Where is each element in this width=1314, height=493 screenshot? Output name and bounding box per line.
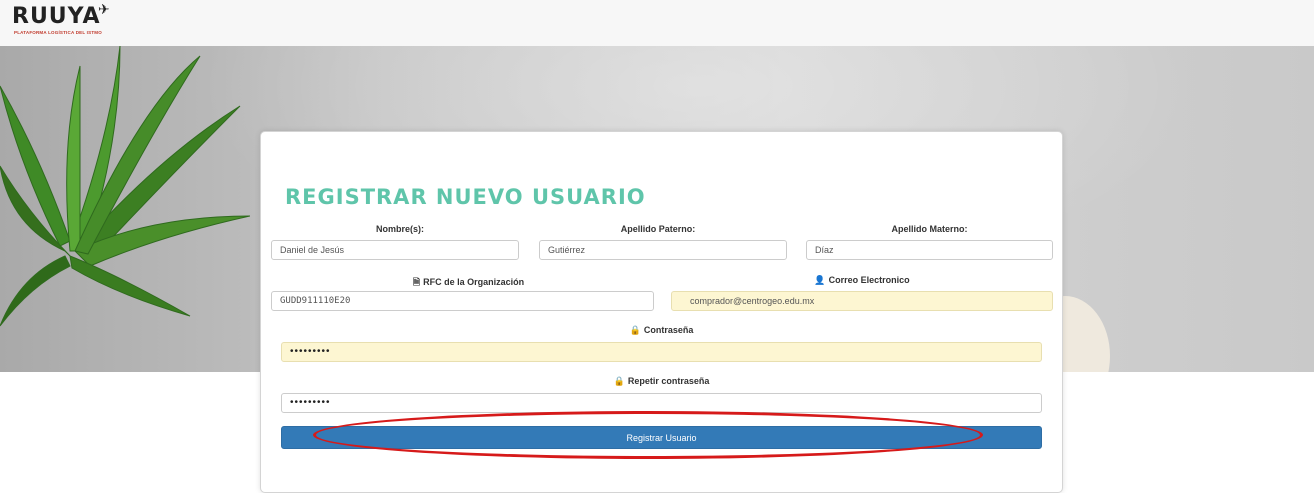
logo-tagline: PLATAFORMA LOGÍSTICA DEL ISTMO bbox=[14, 30, 102, 35]
nombre-input[interactable]: Daniel de Jesús bbox=[271, 240, 519, 260]
repeat-password-input[interactable]: ••••••••• bbox=[281, 393, 1042, 413]
nombre-label: Nombre(s): bbox=[375, 224, 424, 234]
logo-name: RUUYA bbox=[12, 4, 101, 29]
apellido-materno-label: Apellido Materno: bbox=[891, 224, 968, 234]
apellido-materno-input[interactable]: Díaz bbox=[806, 240, 1053, 260]
register-user-button[interactable]: Registrar Usuario bbox=[281, 426, 1042, 449]
apellido-paterno-input[interactable]: Gutiérrez bbox=[539, 240, 787, 260]
contrasena-label: 🔒 Contraseña bbox=[629, 325, 694, 335]
correo-label: 👤 Correo Electronico bbox=[814, 275, 910, 285]
apellido-paterno-label: Apellido Paterno: bbox=[620, 224, 696, 234]
password-input[interactable]: ••••••••• bbox=[281, 342, 1042, 362]
plant-image bbox=[0, 46, 250, 327]
user-icon: 👤 bbox=[814, 275, 826, 285]
plane-icon: ✈ bbox=[98, 1, 110, 17]
rfc-input[interactable]: GUDD911110E20 bbox=[271, 291, 654, 311]
lock-icon: 🔒 bbox=[629, 325, 641, 335]
rfc-label: 🗎 RFC de la Organización bbox=[271, 275, 666, 291]
correo-input[interactable]: comprador@centrogeo.edu.mx bbox=[671, 291, 1053, 311]
form-title: REGISTRAR NUEVO USUARIO bbox=[285, 185, 646, 209]
lock-icon: 🔒 bbox=[613, 376, 625, 386]
repetir-contrasena-label: 🔒 Repetir contraseña bbox=[613, 376, 710, 386]
top-bar: RUUYA ✈ PLATAFORMA LOGÍSTICA DEL ISTMO bbox=[0, 0, 1314, 46]
document-icon: 🗎 bbox=[412, 277, 421, 287]
registration-card: REGISTRAR NUEVO USUARIO Nombre(s): Apell… bbox=[260, 131, 1063, 493]
